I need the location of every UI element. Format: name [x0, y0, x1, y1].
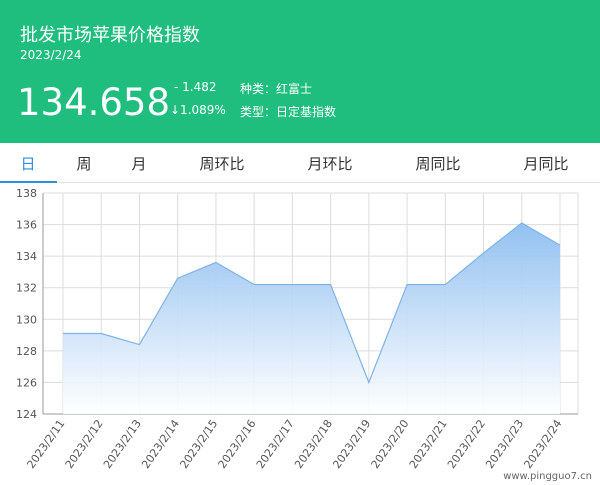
x-tick-label: 2023/2/19 — [330, 417, 373, 471]
x-tick-label: 2023/2/17 — [254, 417, 297, 471]
x-tick-label: 2023/2/23 — [483, 417, 526, 471]
y-tick-label: 128 — [16, 345, 37, 358]
watermark-text: www.pingguo7.cn — [503, 471, 592, 482]
x-tick-label: 2023/2/12 — [63, 417, 106, 471]
y-tick-label: 126 — [16, 376, 37, 389]
x-tick-label: 2023/2/13 — [101, 417, 144, 471]
x-tick-label: 2023/2/21 — [407, 417, 450, 471]
x-tick-label: 2023/2/16 — [216, 417, 259, 471]
x-tick-label: 2023/2/24 — [521, 417, 564, 471]
x-tick-label: 2023/2/22 — [445, 417, 488, 471]
y-tick-label: 138 — [16, 187, 37, 200]
y-tick-label: 134 — [16, 250, 37, 263]
y-tick-label: 132 — [16, 282, 37, 295]
y-tick-label: 124 — [16, 408, 37, 421]
x-tick-label: 2023/2/18 — [292, 417, 335, 471]
y-tick-label: 130 — [16, 313, 37, 326]
x-tick-label: 2023/2/11 — [24, 417, 67, 471]
y-tick-label: 136 — [16, 219, 37, 232]
price-chart: 124126128130132134136138 2023/2/112023/2… — [16, 187, 592, 482]
x-tick-label: 2023/2/14 — [139, 417, 182, 471]
x-tick-label: 2023/2/15 — [177, 417, 220, 471]
x-tick-label: 2023/2/20 — [369, 417, 412, 471]
